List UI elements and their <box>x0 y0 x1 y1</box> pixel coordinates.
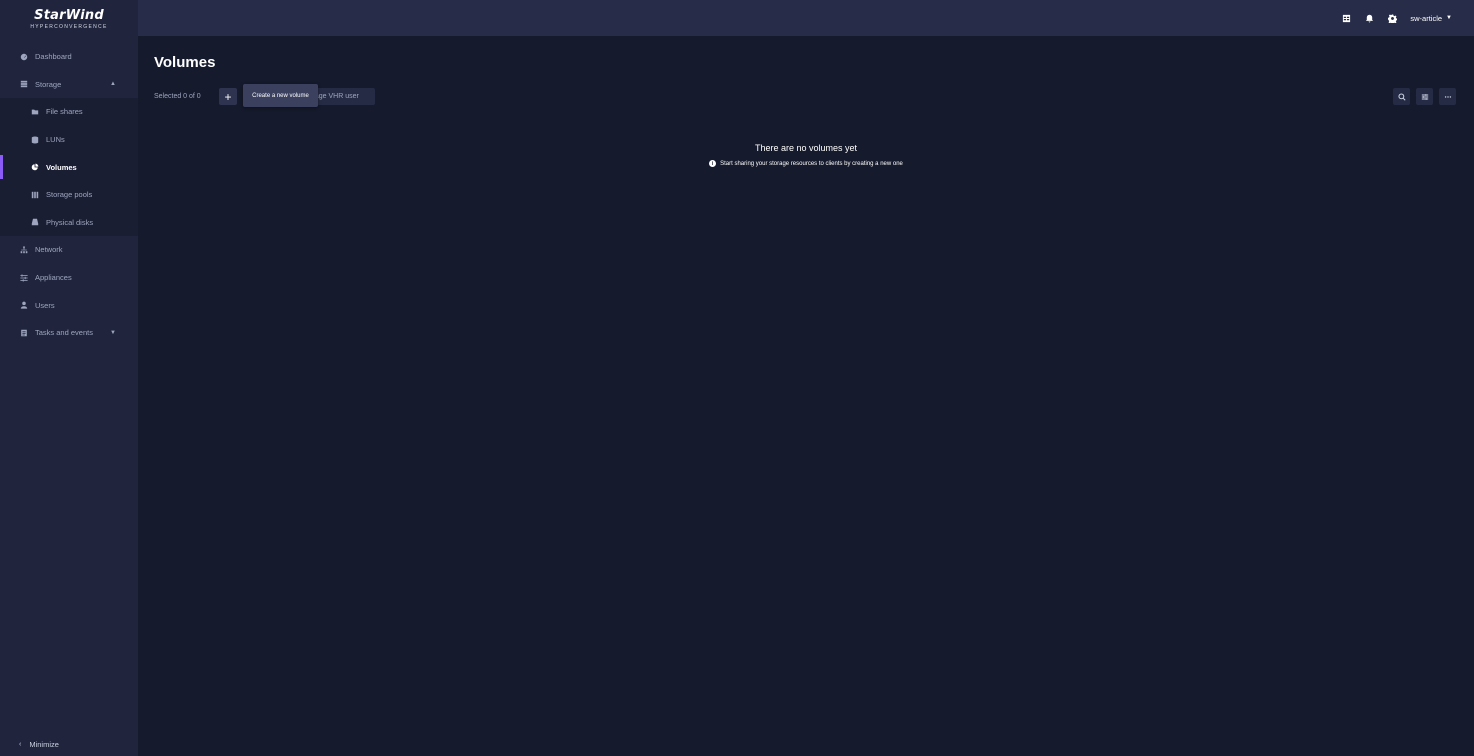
sidebar-nav: Dashboard Storage ▲ File shares LUNs Vol… <box>0 43 138 347</box>
gear-icon[interactable] <box>1386 12 1398 24</box>
sidebar-item-storage-pools[interactable]: Storage pools <box>0 181 138 209</box>
vhr-button-label: nage VHR user <box>311 93 359 100</box>
more-icon <box>1444 95 1451 98</box>
sidebar-item-label: Tasks and events <box>35 328 93 338</box>
tasks-icon <box>19 328 29 338</box>
dashboard-icon <box>19 52 29 62</box>
lun-icon <box>30 135 40 145</box>
plus-icon: + <box>224 89 232 104</box>
chevron-down-icon: ▼ <box>1446 15 1452 21</box>
sidebar-item-appliances[interactable]: Appliances <box>0 264 138 292</box>
folder-icon <box>30 107 40 117</box>
sidebar-item-label: Physical disks <box>46 217 94 227</box>
sidebar-item-dashboard[interactable]: Dashboard <box>0 43 138 71</box>
info-icon: i <box>709 160 717 167</box>
sidebar-item-label: Network <box>35 245 63 255</box>
username: sw-article <box>1410 13 1443 23</box>
sidebar-item-file-shares[interactable]: File shares <box>0 98 138 126</box>
sidebar-item-label: Volumes <box>46 162 77 172</box>
sidebar-item-label: Storage pools <box>46 190 93 200</box>
page-title: Volumes <box>154 54 216 71</box>
selection-count: Selected 0 of 0 <box>154 92 201 100</box>
more-options-button[interactable] <box>1439 88 1456 105</box>
main-content: Volumes Selected 0 of 0 + nage VHR user … <box>138 36 1474 756</box>
sidebar-item-label: Dashboard <box>35 52 72 62</box>
storage-submenu: File shares LUNs Volumes Storage pools P… <box>0 98 138 237</box>
chevron-down-icon: ▼ <box>110 329 116 336</box>
add-volume-button[interactable]: + <box>219 88 237 105</box>
sidebar-item-luns[interactable]: LUNs <box>0 126 138 154</box>
chevron-up-icon: ▲ <box>110 81 116 88</box>
pie-chart-icon <box>30 162 40 172</box>
topbar: sw-article ▼ <box>138 0 1474 36</box>
empty-state-subtitle: i Start sharing your storage resources t… <box>138 160 1474 167</box>
sidebar-item-network[interactable]: Network <box>0 236 138 264</box>
logo[interactable]: StarWind HYPERCONVERGENCE <box>0 0 138 37</box>
sidebar-item-label: Storage <box>35 79 62 89</box>
logo-text: StarWind <box>34 8 104 23</box>
storage-pool-icon <box>30 190 40 200</box>
filter-icon <box>1421 93 1428 100</box>
minimize-label: Minimize <box>29 739 59 749</box>
filter-button[interactable] <box>1416 88 1433 105</box>
sidebar-item-label: Users <box>35 300 55 310</box>
user-icon <box>19 300 29 310</box>
minimize-button[interactable]: ‹ Minimize <box>0 732 138 756</box>
network-icon <box>19 245 29 255</box>
appliances-icon <box>19 273 29 283</box>
sidebar-item-users[interactable]: Users <box>0 291 138 319</box>
empty-state-title: There are no volumes yet <box>754 143 858 153</box>
toolbar: Selected 0 of 0 + nage VHR user Create a… <box>154 84 375 107</box>
database-icon <box>19 79 29 89</box>
search-button[interactable] <box>1393 88 1410 105</box>
bell-icon[interactable] <box>1363 12 1375 24</box>
sidebar-item-label: Appliances <box>35 273 72 283</box>
sidebar-item-label: File shares <box>46 107 83 117</box>
chevron-left-icon: ‹ <box>19 740 22 748</box>
right-toolbar <box>1387 88 1456 105</box>
user-menu[interactable]: sw-article ▼ <box>1410 14 1452 23</box>
logo-subtitle: HYPERCONVERGENCE <box>30 24 108 30</box>
sidebar-item-storage[interactable]: Storage ▲ <box>0 71 138 99</box>
table-icon[interactable] <box>1340 12 1352 24</box>
sidebar-item-volumes[interactable]: Volumes <box>0 153 138 181</box>
sidebar-item-physical-disks[interactable]: Physical disks <box>0 209 138 237</box>
sidebar-item-tasks-and-events[interactable]: Tasks and events ▼ <box>0 319 138 347</box>
disk-icon <box>30 217 40 227</box>
sidebar-item-label: LUNs <box>46 135 65 145</box>
sidebar: StarWind HYPERCONVERGENCE Dashboard Stor… <box>0 0 138 756</box>
tooltip: Create a new volume <box>243 84 318 107</box>
search-icon <box>1397 92 1406 101</box>
empty-state-text: Start sharing your storage resources to … <box>720 160 903 167</box>
